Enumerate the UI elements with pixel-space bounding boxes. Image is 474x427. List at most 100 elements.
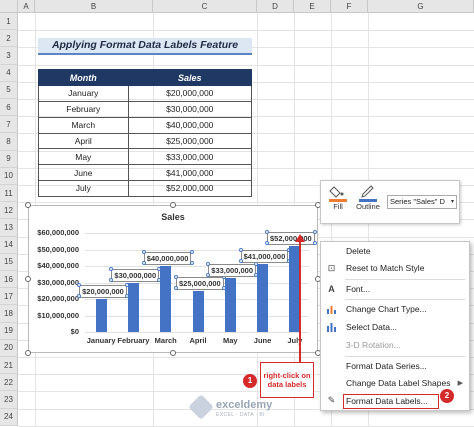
cell-sales[interactable]: $25,000,000 [127, 132, 253, 150]
cell-sales[interactable]: $33,000,000 [127, 148, 253, 166]
chart-resize-handle[interactable] [25, 202, 31, 208]
col-header-b[interactable]: B [35, 0, 153, 13]
data-label[interactable]: $41,000,000 [240, 250, 289, 264]
cell-sales[interactable]: $52,000,000 [127, 180, 253, 197]
data-label[interactable]: $33,000,000 [208, 263, 256, 277]
cell-sales[interactable]: $40,000,000 [127, 116, 253, 134]
chevron-down-icon[interactable]: ▾ [451, 198, 454, 205]
row-header[interactable]: 12 [0, 202, 18, 220]
data-label-handle[interactable] [189, 261, 194, 265]
menu-item-label: Change Data Label Shapes [346, 378, 451, 388]
data-label-handle[interactable] [206, 261, 211, 266]
row-header[interactable]: 7 [0, 116, 18, 134]
outline-button[interactable]: Outline [355, 185, 381, 221]
sales-chart[interactable]: Sales $0 $10,000,000 $20,000,000 $30,000,00… [25, 202, 321, 356]
data-label[interactable]: $40,000,000 [143, 252, 192, 265]
col-header-a[interactable]: A [18, 0, 35, 13]
menu-item-format-data-series[interactable]: Format Data Series... [321, 359, 469, 374]
chart-resize-handle[interactable] [170, 202, 176, 208]
cell-month[interactable]: January [38, 85, 129, 102]
row-header[interactable]: 21 [0, 357, 18, 375]
row-header[interactable]: 17 [0, 288, 18, 306]
chart-resize-handle[interactable] [25, 350, 31, 356]
row-header[interactable]: 5 [0, 81, 18, 99]
data-label[interactable]: $30,000,000 [111, 268, 160, 282]
cell-month[interactable]: June [38, 164, 129, 182]
row-header[interactable]: 23 [0, 391, 18, 409]
menu-item-change-chart-type[interactable]: Change Chart Type... [321, 302, 469, 317]
data-label-handle[interactable] [174, 285, 178, 290]
row-header[interactable]: 6 [0, 99, 18, 117]
data-label-handle[interactable] [238, 248, 243, 253]
row-header[interactable]: 4 [0, 64, 18, 82]
menu-item-format-data-labels[interactable]: Format Data Labels... [343, 394, 439, 409]
chart-bar[interactable] [160, 266, 172, 332]
col-header-c[interactable]: C [153, 0, 257, 13]
fill-button[interactable]: Fill [325, 185, 351, 221]
row-header[interactable]: 3 [0, 47, 18, 65]
cell-month[interactable]: February [38, 100, 129, 118]
data-label-handle[interactable] [313, 241, 317, 246]
chart-title[interactable]: Sales [29, 212, 317, 222]
data-label[interactable]: $25,000,000 [176, 276, 224, 290]
row-header[interactable]: 13 [0, 219, 18, 237]
data-label[interactable]: $20,000,000 [79, 285, 127, 298]
data-label-handle[interactable] [189, 250, 194, 254]
row-header[interactable]: 20 [0, 339, 18, 357]
grid-row-line [18, 64, 474, 66]
table-row: May $33,000,000 [38, 148, 253, 166]
data-label-handle[interactable] [238, 259, 243, 264]
cell-sales[interactable]: $20,000,000 [127, 85, 253, 102]
row-header[interactable]: 16 [0, 271, 18, 289]
row-header[interactable]: 11 [0, 185, 18, 203]
menu-item-font[interactable]: A Font... [321, 282, 469, 297]
row-header[interactable]: 9 [0, 150, 18, 168]
shapes-icon [326, 378, 337, 389]
cell-month[interactable]: July [38, 180, 129, 197]
data-label-handle[interactable] [206, 272, 211, 277]
select-all-corner[interactable] [0, 0, 18, 13]
data-label-handle[interactable] [141, 250, 146, 254]
row-header[interactable]: 18 [0, 305, 18, 323]
row-header[interactable]: 2 [0, 30, 18, 48]
watermark-name: exceldemy [216, 399, 273, 411]
data-label[interactable]: $52,000,000 [267, 232, 315, 246]
row-header[interactable]: 8 [0, 133, 18, 151]
chart-resize-handle[interactable] [170, 350, 176, 356]
cell-sales[interactable]: $41,000,000 [127, 164, 253, 182]
row-header[interactable]: 14 [0, 236, 18, 254]
row-header[interactable]: 19 [0, 322, 18, 340]
chart-bar[interactable] [192, 290, 204, 332]
row-header[interactable]: 1 [0, 13, 18, 31]
chart-bar[interactable] [224, 277, 236, 332]
cell-month[interactable]: March [38, 116, 129, 134]
col-header-f[interactable]: F [331, 0, 368, 13]
row-header[interactable]: 15 [0, 253, 18, 271]
chart-resize-handle[interactable] [25, 276, 31, 282]
chart-bar[interactable] [95, 299, 107, 332]
data-label-handle[interactable] [174, 274, 178, 279]
cell-month[interactable]: April [38, 132, 129, 150]
exceldemy-logo-icon [188, 394, 214, 420]
row-header[interactable]: 10 [0, 167, 18, 185]
y-axis-tick-label: $40,000,000 [37, 261, 79, 270]
data-label-handle[interactable] [141, 261, 146, 265]
col-header-d[interactable]: D [257, 0, 294, 13]
pen-outline-icon [359, 185, 377, 199]
data-label-handle[interactable] [313, 230, 317, 235]
col-header-g[interactable]: G [368, 0, 474, 13]
cell-sales[interactable]: $30,000,000 [127, 100, 253, 118]
chart-element-select[interactable]: Series "Sales" D [387, 195, 457, 209]
table-row: April $25,000,000 [38, 132, 253, 150]
cell-month[interactable]: May [38, 148, 129, 166]
menu-item-reset-style[interactable]: ⊡ Reset to Match Style [321, 261, 469, 276]
chart-bar[interactable] [257, 264, 269, 332]
menu-item-3d-rotation[interactable]: 3-D Rotation... [321, 338, 469, 353]
menu-item-delete[interactable]: Delete [321, 244, 469, 259]
table-header-month: Month [38, 69, 129, 86]
row-header[interactable]: 22 [0, 374, 18, 392]
chart-bar[interactable] [127, 282, 139, 332]
col-header-e[interactable]: E [294, 0, 331, 13]
row-header[interactable]: 24 [0, 408, 18, 426]
menu-item-select-data[interactable]: Select Data... [321, 320, 469, 335]
